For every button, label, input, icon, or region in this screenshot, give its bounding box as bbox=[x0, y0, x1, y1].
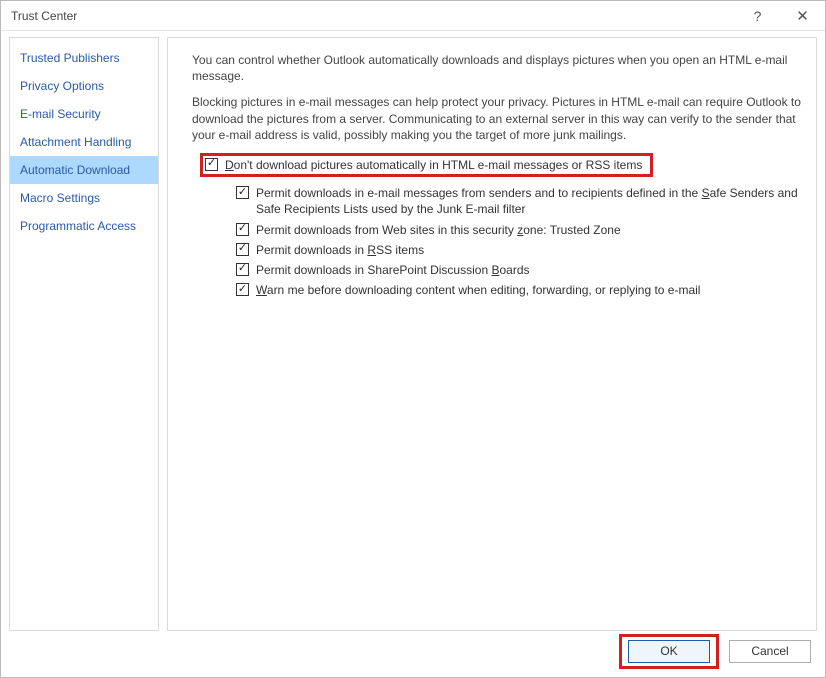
footer: OK Cancel bbox=[1, 631, 825, 671]
option-sharepoint: Permit downloads in SharePoint Discussio… bbox=[192, 260, 802, 280]
highlight-main-option: Don't download pictures automatically in… bbox=[200, 153, 653, 177]
checkbox-sharepoint[interactable] bbox=[236, 263, 249, 276]
titlebar: Trust Center ? ✕ bbox=[1, 1, 825, 31]
label-rss: Permit downloads in RSS items bbox=[256, 242, 802, 258]
label-warn: Warn me before downloading content when … bbox=[256, 282, 802, 298]
sidebar-item-automatic-download[interactable]: Automatic Download bbox=[10, 156, 158, 184]
sidebar-item-macro-settings[interactable]: Macro Settings bbox=[10, 184, 158, 212]
content-panel: You can control whether Outlook automati… bbox=[167, 37, 817, 631]
sidebar-item-email-security[interactable]: E-mail Security bbox=[10, 100, 158, 128]
intro-paragraph-2: Blocking pictures in e-mail messages can… bbox=[192, 94, 802, 143]
sidebar-item-attachment-handling[interactable]: Attachment Handling bbox=[10, 128, 158, 156]
option-trusted-zone: Permit downloads from Web sites in this … bbox=[192, 220, 802, 240]
highlight-ok: OK bbox=[619, 634, 719, 669]
help-button[interactable]: ? bbox=[735, 1, 780, 31]
option-rss: Permit downloads in RSS items bbox=[192, 240, 802, 260]
cancel-button[interactable]: Cancel bbox=[729, 640, 811, 663]
window-title: Trust Center bbox=[11, 9, 735, 23]
sidebar-item-trusted-publishers[interactable]: Trusted Publishers bbox=[10, 44, 158, 72]
label-dont-download: Don't download pictures automatically in… bbox=[225, 157, 642, 173]
sidebar-item-privacy-options[interactable]: Privacy Options bbox=[10, 72, 158, 100]
intro-paragraph-1: You can control whether Outlook automati… bbox=[192, 52, 802, 84]
ok-button[interactable]: OK bbox=[628, 640, 710, 663]
close-button[interactable]: ✕ bbox=[780, 1, 825, 31]
option-safe-senders: Permit downloads in e-mail messages from… bbox=[192, 183, 802, 219]
sidebar-item-programmatic-access[interactable]: Programmatic Access bbox=[10, 212, 158, 240]
sidebar: Trusted Publishers Privacy Options E-mai… bbox=[9, 37, 159, 631]
options-group: Don't download pictures automatically in… bbox=[192, 153, 802, 300]
checkbox-warn[interactable] bbox=[236, 283, 249, 296]
label-safe-senders: Permit downloads in e-mail messages from… bbox=[256, 185, 802, 217]
checkbox-safe-senders[interactable] bbox=[236, 186, 249, 199]
label-trusted-zone: Permit downloads from Web sites in this … bbox=[256, 222, 802, 238]
option-warn: Warn me before downloading content when … bbox=[192, 280, 802, 300]
checkbox-dont-download[interactable] bbox=[205, 158, 218, 171]
label-sharepoint: Permit downloads in SharePoint Discussio… bbox=[256, 262, 802, 278]
checkbox-trusted-zone[interactable] bbox=[236, 223, 249, 236]
checkbox-rss[interactable] bbox=[236, 243, 249, 256]
dialog-body: Trusted Publishers Privacy Options E-mai… bbox=[1, 31, 825, 631]
